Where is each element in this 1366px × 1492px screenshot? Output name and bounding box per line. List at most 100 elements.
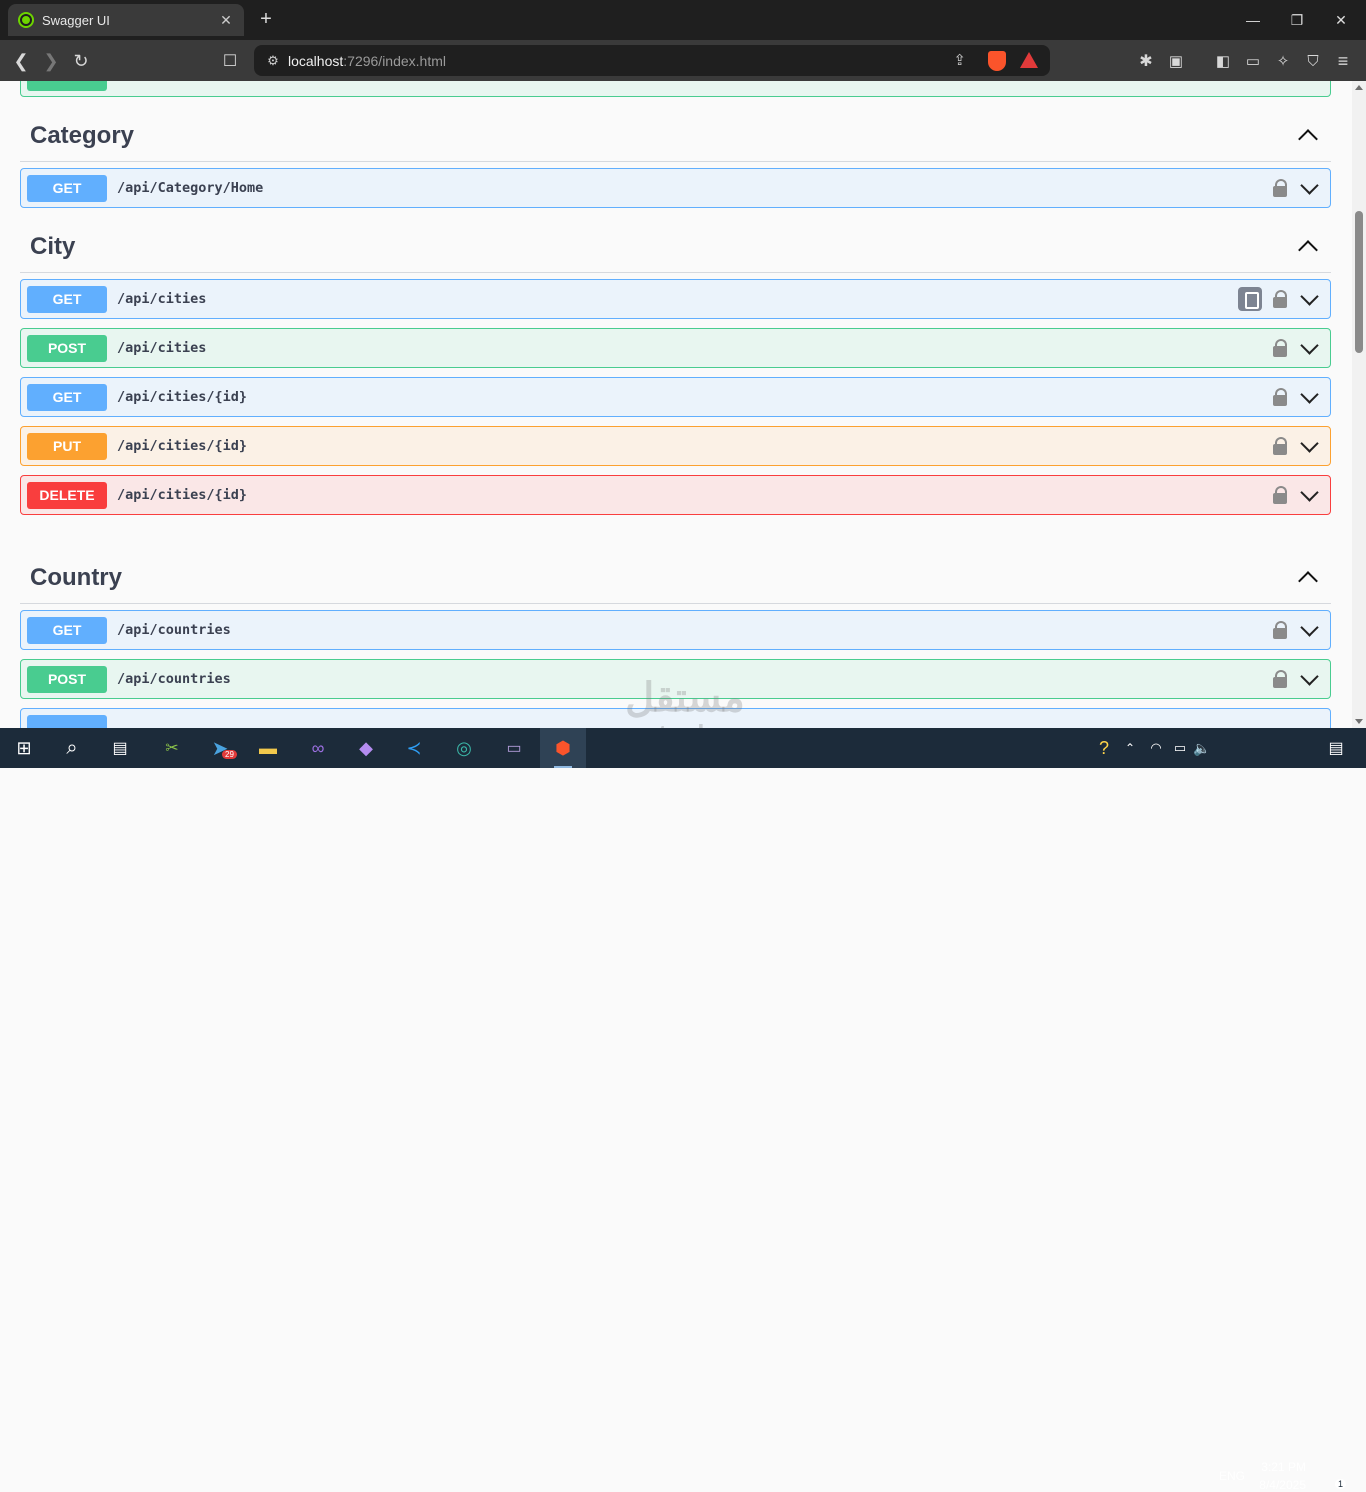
clock-time[interactable]: 3:21 PM	[1258, 1460, 1306, 1474]
brave-shields-icon[interactable]	[988, 51, 1006, 71]
edge-icon[interactable]: ◎	[450, 734, 478, 762]
lock-icon[interactable]	[1272, 669, 1288, 689]
leo-ai-icon[interactable]: ✧	[1270, 48, 1296, 74]
section-header[interactable]: Category	[20, 110, 1331, 162]
method-badge: GET	[27, 616, 107, 644]
reload-icon[interactable]: ↻	[68, 48, 94, 74]
scroll-down-icon[interactable]	[1355, 719, 1363, 724]
partial-section	[20, 81, 1331, 106]
windows-taskbar: ⊞ ⌕ ▤ ✂ ➤ ▬ ∞ ◆ ≺ ◎ ▭ ⬢ ? ⌃ ◠ ▭ 🔈 ENG 3:…	[0, 728, 1366, 1492]
chevron-down-icon[interactable]	[1298, 483, 1322, 507]
forward-icon[interactable]: ❯	[38, 48, 64, 74]
lock-icon[interactable]	[1272, 387, 1288, 407]
scroll-thumb[interactable]	[1355, 211, 1363, 353]
reader-icon[interactable]: ▣	[1163, 48, 1189, 74]
chevron-down-icon[interactable]	[1298, 618, 1322, 642]
copy-to-clipboard-icon[interactable]	[1238, 287, 1262, 311]
snipping-tool-icon[interactable]: ✂	[158, 734, 186, 762]
method-badge	[27, 714, 107, 728]
chevron-down-icon[interactable]	[1298, 287, 1322, 311]
operation-row[interactable]: GET /api/countries	[20, 610, 1331, 650]
clock-date[interactable]: 8/4/2025	[1258, 1478, 1306, 1492]
sidebar-icon[interactable]: ◧	[1210, 48, 1236, 74]
volume-icon[interactable]: 🔈	[1188, 734, 1216, 762]
tray-chevron-up-icon[interactable]: ⌃	[1116, 734, 1144, 762]
url-path: :7296/index.html	[343, 52, 446, 69]
section-header[interactable]: Country	[20, 552, 1331, 604]
file-explorer-icon[interactable]: ▬	[254, 734, 282, 762]
new-tab-button[interactable]: +	[254, 8, 278, 32]
lock-icon[interactable]	[1272, 178, 1288, 198]
chevron-up-icon[interactable]	[1295, 123, 1321, 149]
chevron-down-icon[interactable]	[1298, 434, 1322, 458]
extensions-icon[interactable]: ✱	[1133, 48, 1159, 74]
page-scrollbar[interactable]	[1352, 81, 1366, 728]
language-indicator[interactable]: ENG	[1219, 1469, 1245, 1483]
minimize-button[interactable]: —	[1230, 0, 1276, 40]
windows-start-icon[interactable]: ⊞	[10, 734, 38, 762]
partial-operation[interactable]	[20, 81, 1331, 97]
share-icon[interactable]: ⇪	[953, 51, 966, 69]
operation-row[interactable]: GET /api/Category/Home	[20, 168, 1331, 208]
chevron-down-icon[interactable]	[1298, 385, 1322, 409]
operation-row[interactable]: GET /api/cities	[20, 279, 1331, 319]
lock-icon[interactable]	[1272, 289, 1288, 309]
operation-path: /api/Category/Home	[117, 180, 264, 196]
operation-row[interactable]: GET /api/cities/{id}	[20, 377, 1331, 417]
method-badge: POST	[27, 334, 107, 362]
lock-icon[interactable]	[1272, 620, 1288, 640]
browser-tab[interactable]: Swagger UI ✕	[8, 4, 244, 36]
method-badge: GET	[27, 174, 107, 202]
close-window-button[interactable]: ✕	[1318, 0, 1364, 40]
operation-path: /api/countries	[117, 671, 231, 687]
chevron-up-icon[interactable]	[1295, 234, 1321, 260]
brave-rewards-icon[interactable]	[1020, 52, 1038, 68]
method-badge	[27, 81, 107, 91]
menu-icon[interactable]: ≡	[1330, 48, 1356, 74]
notification-icon[interactable]: ▤	[1322, 734, 1350, 762]
terminal-icon[interactable]: ▭	[500, 734, 528, 762]
operation-row[interactable]: POST /api/cities	[20, 328, 1331, 368]
scroll-up-icon[interactable]	[1355, 85, 1363, 90]
obsidian-icon[interactable]: ◆	[352, 734, 380, 762]
vpn-icon[interactable]: ⛉	[1300, 48, 1326, 74]
operation-path: /api/cities/{id}	[117, 438, 248, 454]
telegram-badge: 29	[222, 750, 237, 759]
chevron-down-icon[interactable]	[1298, 667, 1322, 691]
lock-icon[interactable]	[1272, 338, 1288, 358]
back-icon[interactable]: ❮	[8, 48, 34, 74]
section-title: Country	[30, 563, 122, 591]
notification-count: 1	[1335, 1479, 1347, 1489]
method-badge: POST	[27, 665, 107, 693]
watermark-latin: mostaql.com	[600, 720, 770, 728]
lock-icon[interactable]	[1272, 436, 1288, 456]
tab-close-icon[interactable]: ✕	[218, 12, 234, 28]
url-host: localhost	[288, 52, 344, 69]
section-header[interactable]: City	[20, 221, 1331, 273]
site-settings-icon[interactable]: ⚙	[258, 53, 288, 69]
method-badge: GET	[27, 383, 107, 411]
operation-row[interactable]: DELETE /api/cities/{id}	[20, 475, 1331, 515]
help-icon[interactable]: ?	[1090, 734, 1118, 762]
method-badge: PUT	[27, 432, 107, 460]
maximize-button[interactable]: ❐	[1274, 0, 1320, 40]
wallet-icon[interactable]: ▭	[1240, 48, 1266, 74]
lock-icon[interactable]	[1272, 485, 1288, 505]
task-view-icon[interactable]: ▤	[106, 734, 134, 762]
vscode-icon[interactable]: ≺	[400, 734, 428, 762]
search-icon[interactable]: ⌕	[58, 734, 86, 762]
chevron-down-icon[interactable]	[1298, 336, 1322, 360]
browser-tab-bar: Swagger UI ✕ + — ❐ ✕	[0, 0, 1366, 40]
chevron-up-icon[interactable]	[1295, 565, 1321, 591]
swagger-favicon-icon	[18, 12, 34, 28]
address-bar[interactable]: ⚙ localhost:7296/index.html ⇪	[254, 45, 1050, 76]
section-title: Category	[30, 121, 135, 149]
visual-studio-icon[interactable]: ∞	[304, 734, 332, 762]
operation-path: /api/cities	[117, 340, 207, 356]
chevron-down-icon[interactable]	[1298, 176, 1322, 200]
operation-row[interactable]: PUT /api/cities/{id}	[20, 426, 1331, 466]
bookmark-icon[interactable]: ☐	[217, 48, 243, 74]
brave-icon[interactable]: ⬢	[549, 734, 577, 762]
section-category: Category GET /api/Category/Home	[20, 110, 1331, 217]
watermark-arabic: مستقل	[625, 676, 745, 720]
